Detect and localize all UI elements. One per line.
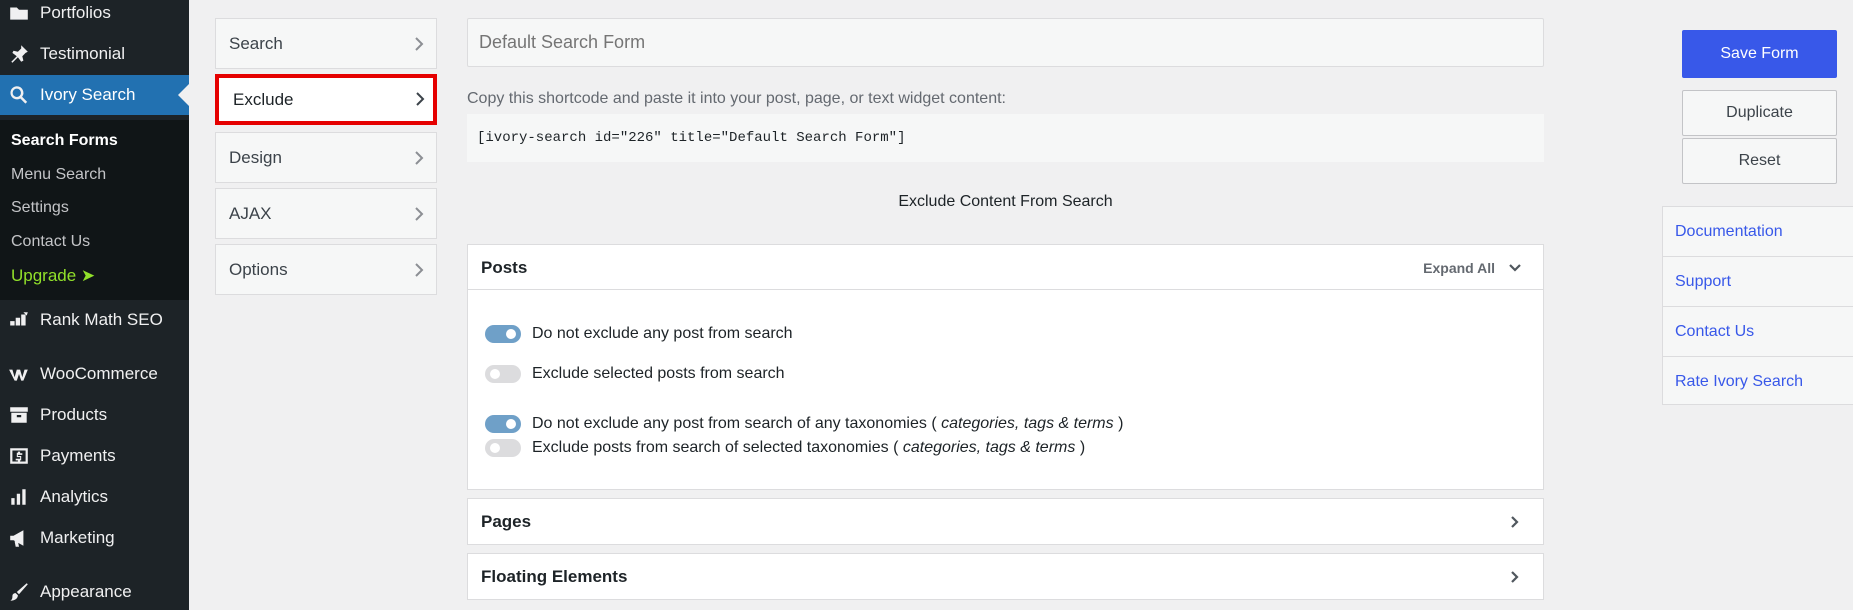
toggle-switch[interactable] <box>485 439 521 457</box>
form-title-input[interactable] <box>467 18 1544 67</box>
menu-item-products[interactable]: Products <box>0 395 189 435</box>
submenu-upgrade[interactable]: Upgrade ➤ <box>11 266 95 286</box>
tab-label: Options <box>229 259 288 279</box>
tab-label: Exclude <box>233 89 294 109</box>
reset-button[interactable]: Reset <box>1682 138 1837 184</box>
tab-options[interactable]: Options <box>215 244 437 295</box>
option-exclude-selected-posts[interactable]: Exclude selected posts from search <box>485 364 785 384</box>
pin-icon <box>8 43 30 65</box>
link-contact-us[interactable]: Contact Us <box>1663 307 1853 357</box>
menu-item-portfolios[interactable]: Portfolios <box>0 0 189 33</box>
posts-panel: Posts Expand All Do not exclude any post… <box>467 244 1544 490</box>
chevron-right-icon[interactable] <box>1507 569 1523 585</box>
menu-item-testimonial[interactable]: Testimonial <box>0 34 189 74</box>
tab-search[interactable]: Search <box>215 18 437 69</box>
panel-divider <box>468 289 1543 290</box>
woo-icon <box>8 363 30 385</box>
menu-item-analytics[interactable]: Analytics <box>0 477 189 517</box>
duplicate-button[interactable]: Duplicate <box>1682 90 1837 136</box>
menu-item-woocommerce[interactable]: WooCommerce <box>0 354 189 394</box>
submenu-menu-search[interactable]: Menu Search <box>11 166 106 184</box>
pages-panel[interactable]: Pages <box>467 498 1544 545</box>
chevron-down-icon[interactable] <box>1507 260 1523 276</box>
option-label-emphasis: categories, tags & terms <box>941 415 1114 432</box>
option-no-exclude-taxonomies[interactable]: Do not exclude any post from search of a… <box>485 414 1123 434</box>
rank-math-icon <box>8 309 30 331</box>
option-label: Do not exclude any post from search <box>532 325 793 342</box>
admin-sidebar: Portfolios Testimonial Ivory Search Sear… <box>0 0 189 610</box>
menu-label: Portfolios <box>40 3 111 22</box>
brush-icon <box>8 581 30 603</box>
menu-label: Rank Math SEO <box>40 310 163 329</box>
menu-label: Analytics <box>40 487 109 506</box>
tab-design[interactable]: Design <box>215 132 437 183</box>
tab-ajax[interactable]: AJAX <box>215 188 437 239</box>
link-rate-ivory-search[interactable]: Rate Ivory Search <box>1663 357 1853 407</box>
floating-elements-panel[interactable]: Floating Elements <box>467 553 1544 600</box>
menu-item-ivory-search[interactable]: Ivory Search <box>0 75 189 115</box>
dollar-icon <box>8 445 30 467</box>
option-label-suffix: ) <box>1118 415 1124 432</box>
search-icon <box>8 84 30 106</box>
menu-item-appearance[interactable]: Appearance <box>0 572 189 610</box>
link-support[interactable]: Support <box>1663 257 1853 307</box>
folder-icon <box>8 2 30 24</box>
menu-label: Appearance <box>40 582 132 601</box>
section-heading: Exclude Content From Search <box>898 193 1113 210</box>
ivory-search-submenu: Search Forms Menu Search Settings Contac… <box>0 120 189 300</box>
chevron-right-icon <box>414 262 424 278</box>
option-label-emphasis: categories, tags & terms <box>902 439 1076 456</box>
help-links-box: Documentation Support Contact Us Rate Iv… <box>1662 206 1853 405</box>
option-exclude-selected-taxonomies[interactable]: Exclude posts from search of selected ta… <box>485 438 1085 458</box>
bar-chart-icon <box>8 486 30 508</box>
floating-elements-panel-title[interactable]: Floating Elements <box>481 567 627 587</box>
menu-label: Marketing <box>40 528 115 547</box>
submenu-search-forms[interactable]: Search Forms <box>11 132 118 150</box>
option-label-suffix: ) <box>1079 439 1086 456</box>
megaphone-icon <box>8 527 30 549</box>
option-label: Exclude posts from search of selected ta… <box>532 439 899 456</box>
posts-panel-title[interactable]: Posts <box>481 258 527 278</box>
toggle-switch[interactable] <box>485 415 521 433</box>
chevron-right-icon[interactable] <box>1507 514 1523 530</box>
tab-label: AJAX <box>229 203 272 223</box>
chevron-right-icon <box>414 150 424 166</box>
expand-all-link[interactable]: Expand All <box>1423 260 1495 276</box>
save-form-button[interactable]: Save Form <box>1682 30 1837 78</box>
option-label: Do not exclude any post from search of a… <box>532 415 937 432</box>
toggle-switch[interactable] <box>485 325 521 343</box>
menu-label: Products <box>40 405 108 424</box>
submenu-contact-us[interactable]: Contact Us <box>11 233 90 251</box>
menu-item-payments[interactable]: Payments <box>0 436 189 476</box>
option-no-exclude-posts[interactable]: Do not exclude any post from search <box>485 324 793 344</box>
shortcode-instructions: Copy this shortcode and paste it into yo… <box>467 90 1006 107</box>
link-documentation[interactable]: Documentation <box>1663 207 1853 257</box>
menu-label: Ivory Search <box>40 85 136 104</box>
menu-label: WooCommerce <box>40 364 158 383</box>
menu-item-rank-math-seo[interactable]: Rank Math SEO <box>0 300 189 340</box>
tab-label: Search <box>229 33 283 53</box>
chevron-right-icon <box>415 91 425 107</box>
menu-item-marketing[interactable]: Marketing <box>0 518 189 558</box>
chevron-right-icon <box>414 36 424 52</box>
shortcode-box[interactable]: [ivory-search id="226" title="Default Se… <box>467 114 1544 162</box>
archive-icon <box>8 404 30 426</box>
chevron-right-icon <box>414 206 424 222</box>
menu-label: Payments <box>40 446 116 465</box>
menu-label: Testimonial <box>40 44 126 63</box>
pages-panel-title[interactable]: Pages <box>481 512 531 532</box>
tab-exclude[interactable]: Exclude <box>215 74 437 125</box>
tab-label: Design <box>229 147 282 167</box>
submenu-settings[interactable]: Settings <box>11 199 69 217</box>
option-label: Exclude selected posts from search <box>532 365 785 382</box>
toggle-switch[interactable] <box>485 365 521 383</box>
